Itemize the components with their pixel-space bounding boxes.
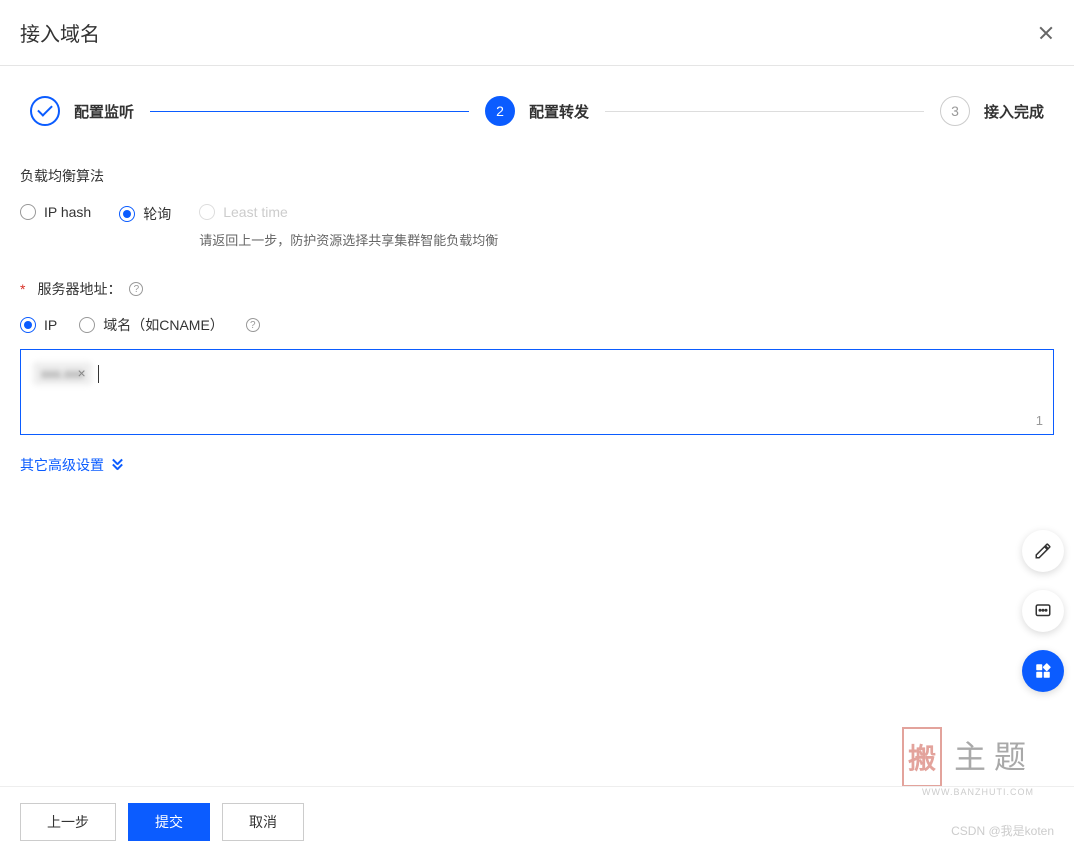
watermark-text: 主题 bbox=[954, 739, 1034, 775]
radio-label: 轮询 bbox=[143, 204, 171, 224]
radio-label: IP bbox=[44, 317, 57, 333]
step-connector bbox=[605, 111, 924, 112]
submit-button[interactable]: 提交 bbox=[128, 803, 210, 841]
step-connector bbox=[150, 111, 469, 112]
advanced-settings-link[interactable]: 其它高级设置 bbox=[20, 455, 124, 475]
apps-icon bbox=[1034, 662, 1052, 680]
step-label: 配置转发 bbox=[529, 101, 589, 122]
watermark-logo: 搬 bbox=[902, 727, 942, 787]
edit-float-button[interactable] bbox=[1022, 530, 1064, 572]
radio-round-robin[interactable]: 轮询 bbox=[119, 204, 171, 224]
server-type-options: IP 域名（如CNAME） ? bbox=[20, 315, 1054, 335]
radio-icon bbox=[199, 204, 215, 220]
step-label: 配置监听 bbox=[74, 101, 134, 122]
step-done-icon bbox=[30, 96, 60, 126]
chevron-down-icon bbox=[112, 459, 124, 471]
prev-button[interactable]: 上一步 bbox=[20, 803, 116, 841]
radio-hint: 请返回上一步，防护资源选择共享集群智能负载均衡 bbox=[199, 230, 498, 249]
modal-footer: 上一步 提交 取消 bbox=[0, 786, 1074, 857]
radio-domain[interactable]: 域名（如CNAME） bbox=[79, 315, 224, 335]
radio-least-time-col: Least time 请返回上一步，防护资源选择共享集群智能负载均衡 bbox=[199, 204, 498, 249]
pencil-icon bbox=[1034, 542, 1052, 560]
wizard-steps: 配置监听 2 配置转发 3 接入完成 bbox=[0, 66, 1074, 146]
radio-ip[interactable]: IP bbox=[20, 317, 57, 333]
server-address-label: 服务器地址： bbox=[37, 279, 121, 299]
tag-remove-icon[interactable]: × bbox=[78, 365, 86, 381]
check-icon bbox=[37, 101, 53, 117]
advanced-link-text: 其它高级设置 bbox=[20, 455, 104, 475]
step-active-icon: 2 bbox=[485, 96, 515, 126]
radio-label: IP hash bbox=[44, 204, 91, 220]
radio-icon bbox=[119, 206, 135, 222]
apps-float-button[interactable] bbox=[1022, 650, 1064, 692]
modal-title: 接入域名 bbox=[20, 18, 100, 47]
radio-least-time: Least time bbox=[199, 204, 498, 220]
floating-actions bbox=[1022, 530, 1064, 692]
address-counter: 1 bbox=[1036, 413, 1043, 428]
step-2: 2 配置转发 bbox=[485, 96, 589, 126]
form-content: 负载均衡算法 IP hash 轮询 Least time 请返回上一步，防护资源… bbox=[0, 146, 1074, 495]
close-icon[interactable] bbox=[1038, 25, 1054, 41]
radio-icon bbox=[20, 204, 36, 220]
radio-label: Least time bbox=[223, 204, 288, 220]
server-address-label-row: * 服务器地址： ? bbox=[20, 279, 1054, 299]
step-3: 3 接入完成 bbox=[940, 96, 1044, 126]
text-cursor bbox=[98, 365, 99, 383]
radio-ip-hash[interactable]: IP hash bbox=[20, 204, 91, 220]
chat-icon bbox=[1034, 602, 1052, 620]
chat-float-button[interactable] bbox=[1022, 590, 1064, 632]
server-address-input[interactable]: xxx.xxx × 1 bbox=[20, 349, 1054, 435]
radio-icon bbox=[79, 317, 95, 333]
step-label: 接入完成 bbox=[984, 101, 1044, 122]
help-icon[interactable]: ? bbox=[129, 282, 143, 296]
loadbalance-label: 负载均衡算法 bbox=[20, 166, 1054, 186]
modal-header: 接入域名 bbox=[0, 0, 1074, 66]
radio-icon bbox=[20, 317, 36, 333]
radio-label: 域名（如CNAME） bbox=[103, 315, 224, 335]
step-pending-icon: 3 bbox=[940, 96, 970, 126]
help-icon[interactable]: ? bbox=[246, 318, 260, 332]
required-marker: * bbox=[20, 281, 25, 297]
loadbalance-options: IP hash 轮询 Least time 请返回上一步，防护资源选择共享集群智… bbox=[20, 204, 1054, 249]
cancel-button[interactable]: 取消 bbox=[222, 803, 304, 841]
step-1: 配置监听 bbox=[30, 96, 134, 126]
